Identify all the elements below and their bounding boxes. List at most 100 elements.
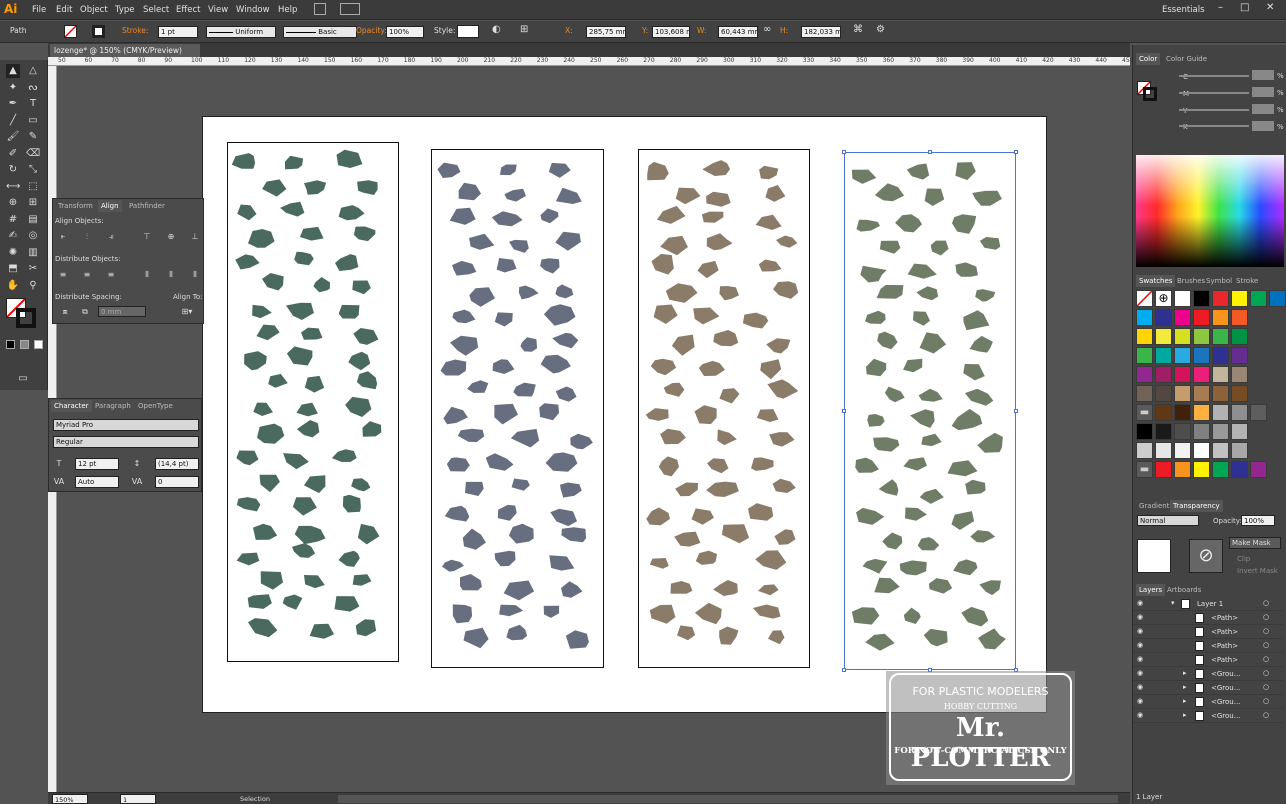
target-circle-icon[interactable]: ○ <box>1263 599 1269 607</box>
opacity-field[interactable]: 100% <box>386 26 424 38</box>
swatch-none[interactable] <box>1136 290 1153 307</box>
tab-symbols[interactable]: Symbol <box>1203 275 1235 287</box>
swatch[interactable] <box>1212 423 1229 440</box>
menu-window[interactable]: Window <box>236 5 270 15</box>
magic-wand-tool-icon[interactable]: ✦ <box>6 81 20 95</box>
sublayer-row[interactable]: ◉ ▸ <Grou... ○ <box>1133 681 1283 695</box>
mesh-tool-icon[interactable]: # <box>6 213 20 227</box>
document-tab[interactable]: lozenge* @ 150% (CMYK/Preview) <box>50 44 200 57</box>
cyan-slider[interactable] <box>1179 75 1249 77</box>
free-transform-tool-icon[interactable]: ⬚ <box>26 180 40 194</box>
align-hcenter-icon[interactable]: ⫶ <box>81 232 93 242</box>
tab-opentype[interactable]: OpenType <box>135 400 176 412</box>
swatch[interactable] <box>1193 290 1210 307</box>
brush-definition[interactable]: Basic <box>283 26 357 38</box>
kerning-field[interactable]: Auto <box>75 476 119 488</box>
align-left-icon[interactable]: ⫦ <box>57 232 69 242</box>
swatch[interactable] <box>1231 290 1248 307</box>
gradient-mode-icon[interactable] <box>20 340 29 349</box>
swatch[interactable] <box>1212 461 1229 478</box>
swatch[interactable] <box>1136 385 1153 402</box>
bridge-icon[interactable] <box>314 3 326 15</box>
tab-layers[interactable]: Layers <box>1136 584 1166 596</box>
swatch[interactable] <box>1174 290 1191 307</box>
menu-effect[interactable]: Effect <box>176 5 200 15</box>
expand-arrow-icon[interactable]: ▸ <box>1183 697 1187 705</box>
workspace-switcher[interactable]: Essentials <box>1162 5 1205 15</box>
constrain-link-icon[interactable]: ∞ <box>763 24 771 35</box>
rectangle-tool-icon[interactable]: ▭ <box>26 114 40 128</box>
transparency-opacity-field[interactable]: 100% <box>1241 515 1275 526</box>
tab-swatches[interactable]: Swatches <box>1136 275 1176 287</box>
swatch[interactable] <box>1174 404 1191 421</box>
yellow-slider[interactable] <box>1179 109 1249 111</box>
swatch[interactable] <box>1136 328 1153 345</box>
menu-edit[interactable]: Edit <box>56 5 72 15</box>
zoom-tool-icon[interactable]: ⚲ <box>26 279 40 293</box>
selection-handle[interactable] <box>842 409 846 413</box>
swatch[interactable] <box>1231 423 1248 440</box>
tracking-field[interactable]: 0 <box>155 476 199 488</box>
color-stroke-icon[interactable] <box>1143 87 1157 101</box>
target-circle-icon[interactable]: ○ <box>1263 613 1269 621</box>
clip-checkbox[interactable]: Clip <box>1237 555 1250 563</box>
line-tool-icon[interactable]: ╱ <box>6 114 20 128</box>
paintbrush-tool-icon[interactable]: 🖌 <box>6 130 20 144</box>
type-tool-icon[interactable]: T <box>26 97 40 111</box>
tab-gradient[interactable]: Gradient <box>1136 500 1172 512</box>
swatch[interactable] <box>1136 309 1153 326</box>
swatch[interactable] <box>1193 385 1210 402</box>
sublayer-row[interactable]: ◉ <Path> ○ <box>1133 625 1283 639</box>
swatch[interactable] <box>1193 366 1210 383</box>
font-size-field[interactable]: 12 pt <box>75 458 119 470</box>
sublayer-row[interactable]: ◉ <Path> ○ <box>1133 639 1283 653</box>
none-mode-icon[interactable] <box>34 340 43 349</box>
swatch[interactable] <box>1174 347 1191 364</box>
rotate-tool-icon[interactable]: ↻ <box>6 163 20 177</box>
swatch[interactable] <box>1193 423 1210 440</box>
swatch[interactable] <box>1250 404 1267 421</box>
target-circle-icon[interactable]: ○ <box>1263 655 1269 663</box>
visibility-eye-icon[interactable]: ◉ <box>1137 641 1143 649</box>
h-field[interactable]: 182,033 mm <box>801 26 841 38</box>
swatch[interactable] <box>1193 309 1210 326</box>
yellow-field[interactable] <box>1252 104 1274 114</box>
visibility-eye-icon[interactable]: ◉ <box>1137 711 1143 719</box>
swatch[interactable] <box>1231 366 1248 383</box>
tab-artboards[interactable]: Artboards <box>1164 584 1204 596</box>
swatch[interactable] <box>1212 347 1229 364</box>
distribute-vcenter-icon[interactable]: ≡ <box>81 270 93 280</box>
column-graph-tool-icon[interactable]: ▥ <box>26 246 40 260</box>
tab-color[interactable]: Color <box>1136 53 1161 65</box>
align-vcenter-icon[interactable]: ⊕ <box>165 232 177 242</box>
sublayer-row[interactable]: ◉ <Path> ○ <box>1133 653 1283 667</box>
stroke-swatch-icon[interactable] <box>16 308 36 328</box>
spacing-field[interactable]: 0 mm <box>98 306 146 317</box>
eyedropper-tool-icon[interactable]: ✍ <box>6 229 20 243</box>
swatch[interactable] <box>1174 423 1191 440</box>
stroke-label[interactable]: Stroke: <box>122 26 148 35</box>
distribute-right-icon[interactable]: ⦀ <box>189 270 201 280</box>
swatch[interactable] <box>1174 442 1191 459</box>
swatch-group-folder-icon[interactable]: ▬ <box>1136 461 1153 478</box>
swatch[interactable] <box>1174 366 1191 383</box>
shape-builder-tool-icon[interactable]: ⊕ <box>6 196 20 210</box>
isolate-icon[interactable]: ⚙ <box>876 24 885 35</box>
recolor-artwork-icon[interactable]: ◐ <box>492 24 501 35</box>
sublayer-row[interactable]: ◉ ▸ <Grou... ○ <box>1133 695 1283 709</box>
align-icon[interactable]: ⊞ <box>520 24 528 35</box>
menu-view[interactable]: View <box>208 5 228 15</box>
target-circle-icon[interactable]: ○ <box>1263 669 1269 677</box>
stroke-color-icon[interactable] <box>92 25 105 38</box>
align-bottom-icon[interactable]: ⊥ <box>189 232 201 242</box>
visibility-eye-icon[interactable]: ◉ <box>1137 613 1143 621</box>
distribute-top-icon[interactable]: ≡ <box>57 270 69 280</box>
expand-arrow-icon[interactable]: ▸ <box>1183 669 1187 677</box>
align-top-icon[interactable]: ⊤ <box>141 232 153 242</box>
layer-row[interactable]: ◉ ▾ Layer 1 ○ <box>1133 597 1283 611</box>
visibility-eye-icon[interactable]: ◉ <box>1137 599 1143 607</box>
swatch[interactable] <box>1231 442 1248 459</box>
swatch[interactable] <box>1193 328 1210 345</box>
mask-none-icon[interactable]: ⊘ <box>1189 539 1223 573</box>
selection-bounding-box[interactable] <box>844 152 1016 670</box>
